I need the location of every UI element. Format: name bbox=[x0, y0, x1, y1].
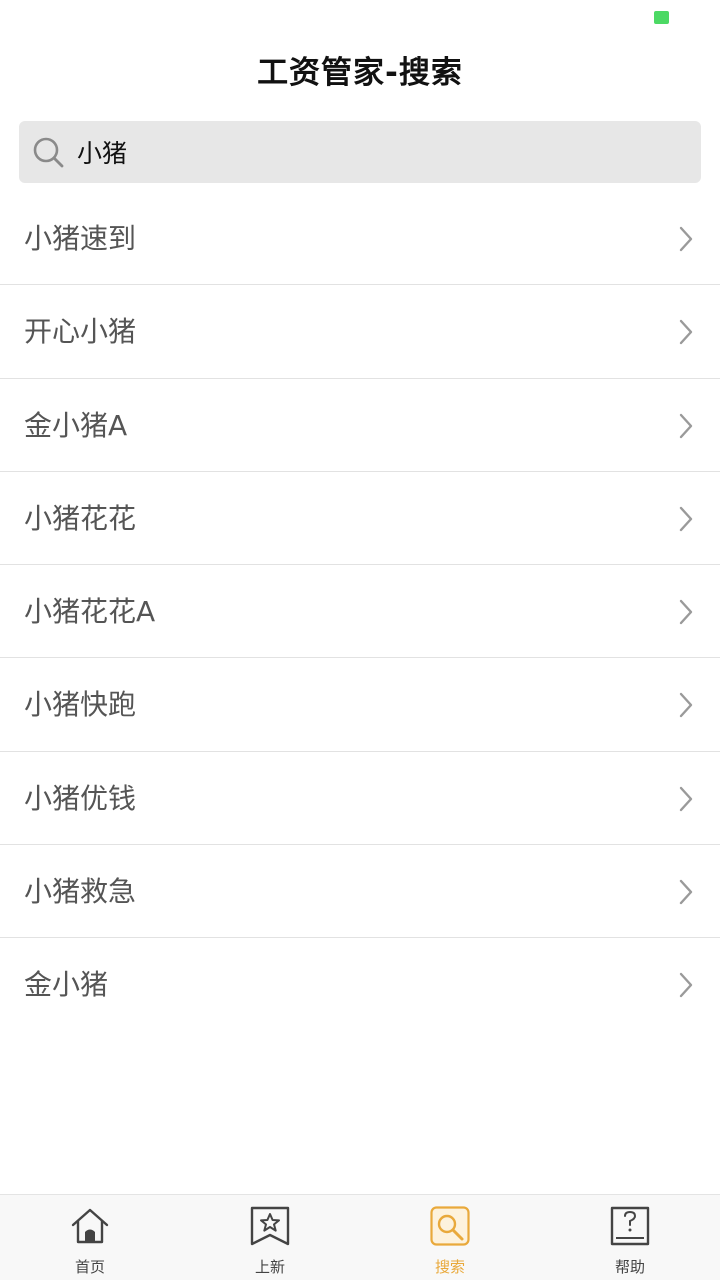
list-item[interactable]: 开心小猪 bbox=[0, 285, 720, 379]
bottom-tab-bar: 首页 上新 搜索 帮助 bbox=[0, 1194, 720, 1280]
page-title: 工资管家-搜索 bbox=[257, 55, 463, 91]
chevron-right-icon bbox=[679, 226, 693, 252]
list-item[interactable]: 小猪救急 bbox=[0, 845, 720, 939]
search-icon bbox=[430, 1206, 470, 1246]
list-item-label: 小猪花花A bbox=[24, 595, 156, 629]
list-item-label: 小猪速到 bbox=[24, 222, 137, 255]
list-item[interactable]: 小猪快跑 bbox=[0, 658, 720, 752]
list-item-label: 小猪优钱 bbox=[24, 781, 137, 815]
tab-new[interactable]: 上新 bbox=[180, 1195, 360, 1280]
list-item[interactable]: 小猪花花A bbox=[0, 565, 720, 659]
list-item-label: 金小猪A bbox=[24, 408, 128, 442]
status-bar bbox=[0, 0, 720, 36]
tab-label: 搜索 bbox=[434, 1258, 465, 1276]
list-item[interactable]: 金小猪A bbox=[0, 379, 720, 472]
list-item-label: 小猪快跑 bbox=[24, 688, 137, 722]
chevron-right-icon bbox=[679, 973, 693, 998]
list-item[interactable]: 金小猪 bbox=[0, 938, 720, 1031]
tab-label: 帮助 bbox=[614, 1258, 645, 1276]
chevron-right-icon bbox=[679, 413, 693, 438]
chevron-right-icon bbox=[679, 506, 693, 532]
screen: 工资管家-搜索 小猪速到 开心小猪 金小猪A 小猪花花 小猪花花A bbox=[0, 0, 720, 1280]
search-icon bbox=[33, 137, 64, 168]
list-item-label: 开心小猪 bbox=[24, 315, 137, 349]
tab-label: 首页 bbox=[74, 1258, 105, 1276]
chevron-right-icon bbox=[679, 693, 693, 718]
help-book-icon bbox=[610, 1206, 650, 1246]
list-item-label: 金小猪 bbox=[24, 968, 109, 1002]
chevron-right-icon bbox=[679, 320, 693, 345]
list-item[interactable]: 小猪速到 bbox=[0, 192, 720, 286]
tab-help[interactable]: 帮助 bbox=[540, 1195, 720, 1280]
list-item[interactable]: 小猪优钱 bbox=[0, 752, 720, 846]
list-item-label: 小猪救急 bbox=[24, 875, 137, 909]
list-item-label: 小猪花花 bbox=[24, 501, 137, 535]
chevron-right-icon bbox=[679, 599, 693, 625]
list-item[interactable]: 小猪花花 bbox=[0, 472, 720, 566]
home-icon bbox=[71, 1208, 109, 1244]
star-bookmark-icon bbox=[250, 1206, 290, 1246]
chevron-right-icon bbox=[679, 786, 693, 811]
tab-search[interactable]: 搜索 bbox=[360, 1195, 540, 1280]
result-list: 小猪速到 开心小猪 金小猪A 小猪花花 小猪花花A 小猪快跑 小猪优钱 小猪救急… bbox=[0, 192, 720, 1032]
battery-icon bbox=[654, 11, 669, 24]
tab-home[interactable]: 首页 bbox=[0, 1195, 180, 1280]
search-input[interactable] bbox=[77, 129, 677, 175]
tab-label: 上新 bbox=[254, 1258, 285, 1276]
chevron-right-icon bbox=[679, 879, 693, 905]
search-bar[interactable] bbox=[19, 121, 701, 183]
